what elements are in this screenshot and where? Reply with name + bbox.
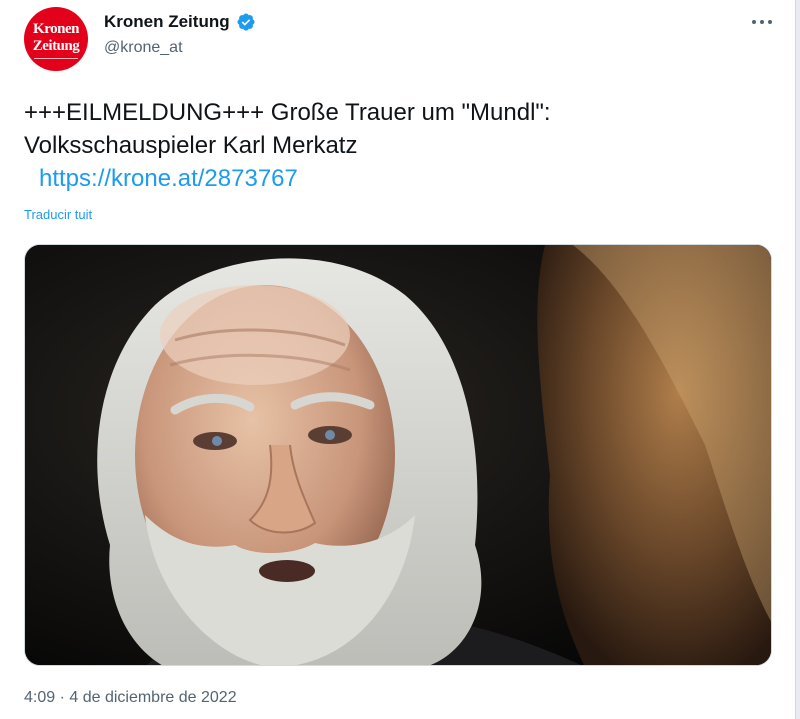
logo-rule (34, 58, 78, 59)
user-handle[interactable]: @krone_at (104, 39, 183, 57)
translate-tweet-link[interactable]: Traducir tuit (24, 207, 92, 222)
tweet-text-line-2: Volksschauspieler Karl Merkatz (24, 132, 358, 159)
logo-line-1: Kronen (33, 21, 79, 37)
profile-avatar[interactable]: Kronen Zeitung (24, 7, 88, 71)
verified-badge-icon (237, 13, 255, 31)
display-name[interactable]: Kronen Zeitung (104, 12, 230, 32)
logo-line-2: Zeitung (32, 38, 80, 54)
more-dot (752, 20, 756, 24)
tweet-link[interactable]: https://krone.at/2873767 (24, 162, 551, 195)
more-dot (768, 20, 772, 24)
tweet-text-line-1: +++EILMELDUNG+++ Große Trauer um "Mundl"… (24, 99, 551, 126)
more-options-icon[interactable] (752, 12, 772, 32)
photo-portrait-illustration (25, 245, 771, 665)
tweet-timestamp[interactable]: 4:09 · 4 de diciembre de 2022 (24, 689, 237, 707)
tweet-photo[interactable] (24, 244, 772, 666)
tweet-card: Kronen Zeitung Kronen Zeitung @krone_at … (0, 0, 796, 719)
author-name-row: Kronen Zeitung (104, 12, 256, 32)
tweet-text: +++EILMELDUNG+++ Große Trauer um "Mundl"… (24, 96, 551, 195)
more-dot (760, 20, 764, 24)
